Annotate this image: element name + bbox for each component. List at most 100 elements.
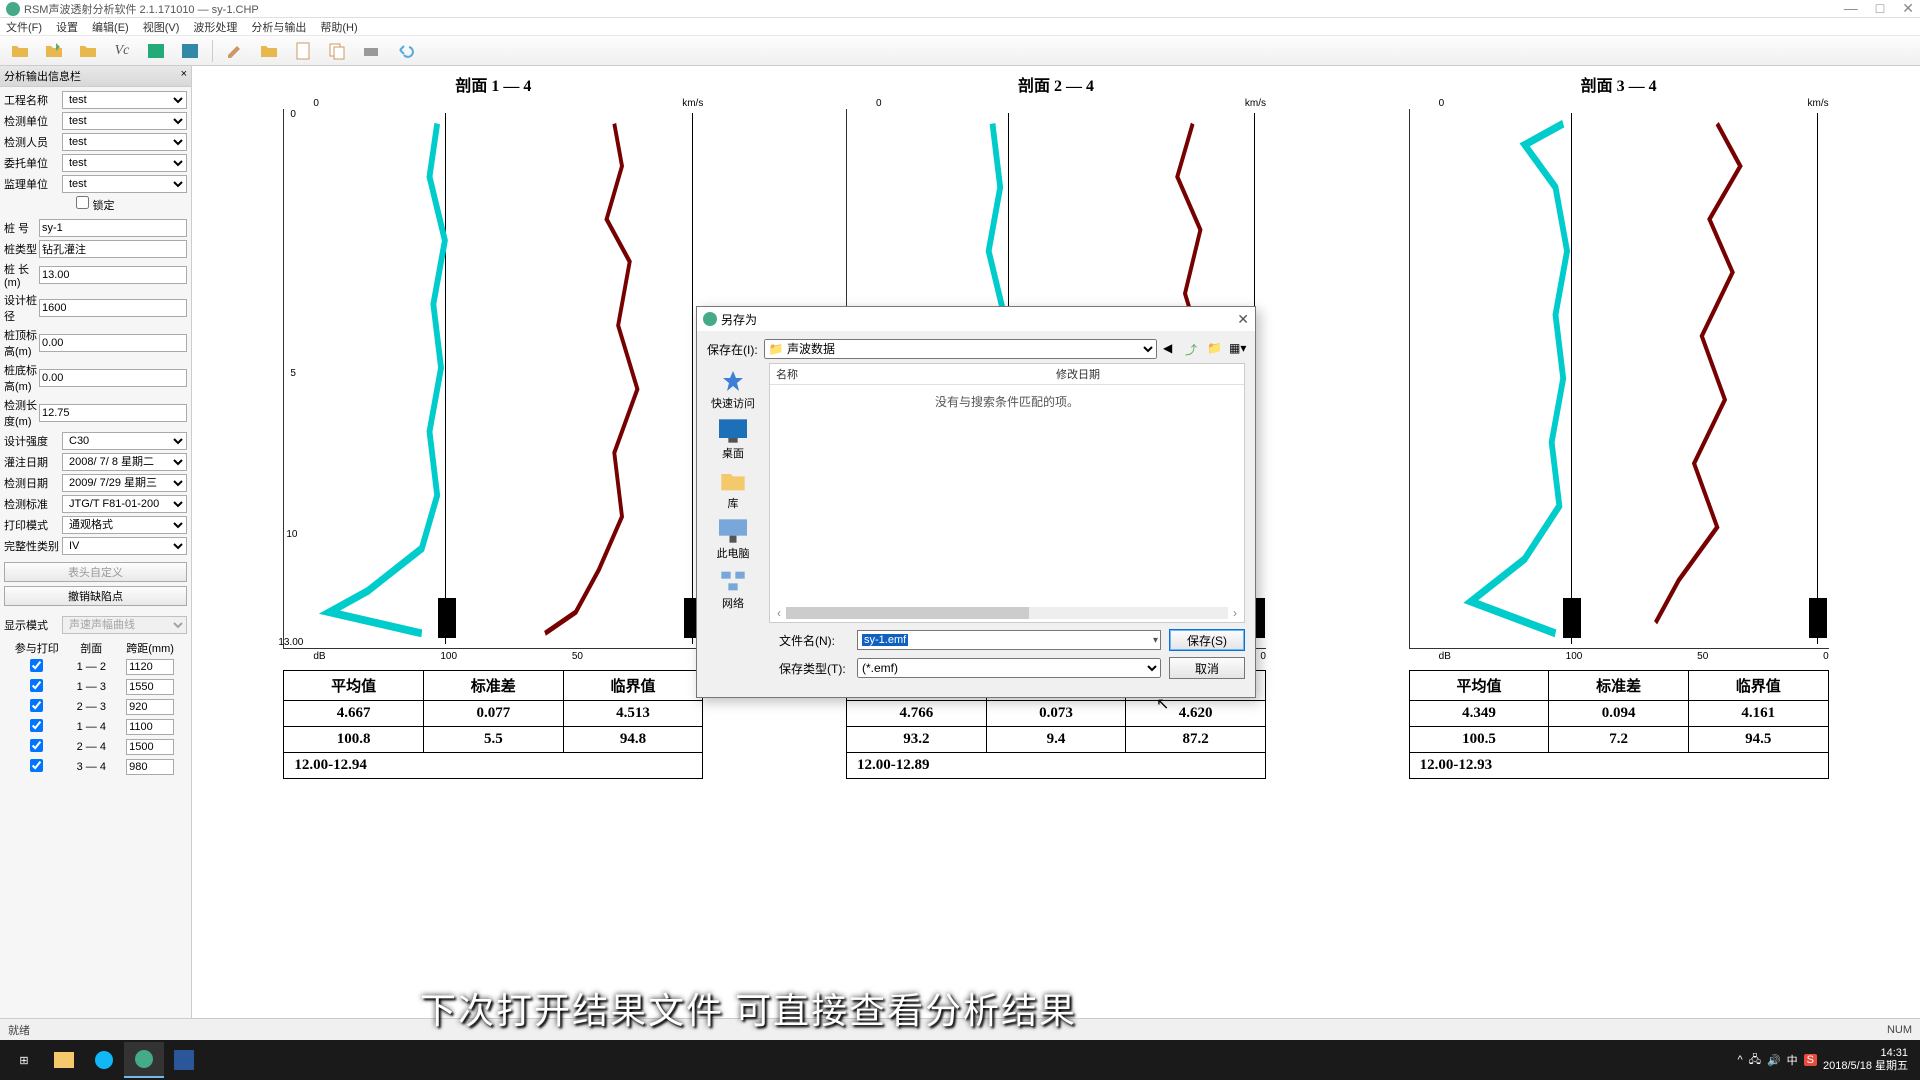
place-quick[interactable]: 快速访问: [711, 369, 755, 411]
print-sec-4: 2 — 4: [69, 738, 113, 756]
unit-select[interactable]: test: [62, 112, 187, 130]
filetype-select[interactable]: (*.emf): [857, 658, 1161, 678]
place-thispc[interactable]: 此电脑: [717, 519, 750, 561]
filename-input[interactable]: sy-1.emf▾: [857, 630, 1161, 650]
lbl-piletype: 桩类型: [4, 241, 39, 257]
integrity-select[interactable]: IV: [62, 537, 187, 555]
design-d-input[interactable]: [39, 299, 187, 317]
tray-sogou-icon[interactable]: S: [1804, 1054, 1817, 1066]
close-icon[interactable]: ✕: [1902, 0, 1914, 17]
print-chk-5[interactable]: [30, 759, 43, 772]
save-button[interactable]: 保存(S): [1169, 629, 1245, 651]
tb-copy-icon[interactable]: [321, 38, 353, 64]
profile-3: 剖面 3 — 4 0km/s dB100500 平均值标准差临界值 4.3: [1409, 72, 1829, 779]
save-in-select[interactable]: 📁 声波数据: [764, 339, 1157, 359]
up-icon[interactable]: ⤴: [1185, 341, 1201, 357]
bot-input[interactable]: [39, 369, 187, 387]
col-date[interactable]: 修改日期: [1050, 364, 1244, 384]
pile-no-input[interactable]: [39, 219, 187, 237]
back-icon[interactable]: ◀: [1163, 341, 1179, 357]
menu-wave[interactable]: 波形处理: [193, 19, 237, 35]
design-s-select[interactable]: C30: [62, 432, 187, 450]
pour-date-select[interactable]: 2008/ 7/ 8 星期二: [62, 453, 187, 471]
tb-folder-icon[interactable]: [253, 38, 285, 64]
dialog-close-icon[interactable]: ✕: [1237, 311, 1249, 328]
supervise-select[interactable]: test: [62, 175, 187, 193]
entrust-select[interactable]: test: [62, 154, 187, 172]
tb-edit-icon[interactable]: [219, 38, 251, 64]
lbl-designs: 设计强度: [4, 433, 62, 449]
print-span-5[interactable]: [126, 759, 174, 775]
qq-icon[interactable]: [84, 1042, 124, 1078]
tray-up-icon[interactable]: ^: [1738, 1054, 1743, 1066]
views-icon[interactable]: ▦▾: [1229, 341, 1245, 357]
undo-defect-button[interactable]: 撤销缺陷点: [4, 586, 187, 606]
file-list[interactable]: 名称修改日期 没有与搜索条件匹配的项。 ‹›: [769, 363, 1245, 623]
maximize-icon[interactable]: □: [1876, 0, 1884, 17]
test-date-select[interactable]: 2009/ 7/29 星期三: [62, 474, 187, 492]
print-chk-1[interactable]: [30, 679, 43, 692]
word2-icon[interactable]: [164, 1042, 204, 1078]
print-span-4[interactable]: [126, 739, 174, 755]
pile-len-input[interactable]: [39, 266, 187, 284]
cancel-button[interactable]: 取消: [1169, 657, 1245, 679]
tray-clock[interactable]: 14:31 2018/5/18 星期五: [1823, 1047, 1908, 1073]
print-mode-select[interactable]: 通观格式: [62, 516, 187, 534]
rsm-icon[interactable]: [124, 1042, 164, 1078]
print-chk-4[interactable]: [30, 739, 43, 752]
place-network[interactable]: 网络: [719, 569, 747, 611]
col-name[interactable]: 名称: [770, 364, 1050, 384]
lbl-project: 工程名称: [4, 92, 62, 108]
save-in-label: 保存在(I):: [707, 341, 758, 358]
tray-vol-icon[interactable]: 🔊: [1767, 1054, 1781, 1067]
std-select[interactable]: JTG/T F81-01-200: [62, 495, 187, 513]
explorer-icon[interactable]: [44, 1042, 84, 1078]
print-span-3[interactable]: [126, 719, 174, 735]
print-chk-3[interactable]: [30, 719, 43, 732]
person-select[interactable]: test: [62, 133, 187, 151]
project-select[interactable]: test: [62, 91, 187, 109]
top-input[interactable]: [39, 334, 187, 352]
menubar: 文件(F) 设置 编辑(E) 视图(V) 波形处理 分析与输出 帮助(H): [0, 18, 1920, 36]
tb-word-icon[interactable]: [174, 38, 206, 64]
print-span-0[interactable]: [126, 659, 174, 675]
tb-print-icon[interactable]: [355, 38, 387, 64]
tb-doc-icon[interactable]: [287, 38, 319, 64]
tb-open-icon[interactable]: [4, 38, 36, 64]
video-caption: 下次打开结果文件 可直接查看分析结果: [420, 982, 1077, 1034]
print-chk-2[interactable]: [30, 699, 43, 712]
sidebar-close-icon[interactable]: ×: [181, 68, 187, 84]
menu-help[interactable]: 帮助(H): [320, 19, 357, 35]
pile-type-input[interactable]: [39, 240, 187, 258]
print-span-2[interactable]: [126, 699, 174, 715]
print-chk-0[interactable]: [30, 659, 43, 672]
test-len-input[interactable]: [39, 404, 187, 422]
tray-net-icon[interactable]: 🖧: [1749, 1051, 1761, 1070]
tb-open2-icon[interactable]: [38, 38, 70, 64]
menu-file[interactable]: 文件(F): [6, 19, 42, 35]
menu-analysis[interactable]: 分析与输出: [251, 19, 306, 35]
header-custom-button[interactable]: 表头自定义: [4, 562, 187, 582]
lbl-pourdate: 灌注日期: [4, 454, 62, 470]
menu-view[interactable]: 视图(V): [143, 19, 180, 35]
newfolder-icon[interactable]: 📁: [1207, 341, 1223, 357]
tb-undo-icon[interactable]: [389, 38, 421, 64]
profile-1-chart: 0 5 10 13.00: [283, 109, 703, 649]
place-desktop[interactable]: 桌面: [719, 419, 747, 461]
tb-excel-icon[interactable]: [140, 38, 172, 64]
disp-mode-select[interactable]: 声速声幅曲线: [62, 616, 187, 634]
lbl-person: 检测人员: [4, 134, 62, 150]
taskbar: ⊞ ^ 🖧 🔊 中 S 14:31 2018/5/18 星期五: [0, 1040, 1920, 1080]
status-num: NUM: [1887, 1024, 1912, 1036]
print-span-1[interactable]: [126, 679, 174, 695]
tb-vc-icon[interactable]: Vc: [106, 38, 138, 64]
tb-open3-icon[interactable]: [72, 38, 104, 64]
place-lib[interactable]: 库: [719, 469, 747, 511]
lock-checkbox[interactable]: 锁定: [76, 200, 114, 212]
minimize-icon[interactable]: —: [1844, 0, 1858, 17]
menu-edit[interactable]: 编辑(E): [92, 19, 129, 35]
menu-settings[interactable]: 设置: [56, 19, 78, 35]
tray-ime-icon[interactable]: 中: [1787, 1052, 1798, 1068]
start-icon[interactable]: ⊞: [4, 1042, 44, 1078]
hscrollbar[interactable]: ‹›: [772, 606, 1242, 620]
